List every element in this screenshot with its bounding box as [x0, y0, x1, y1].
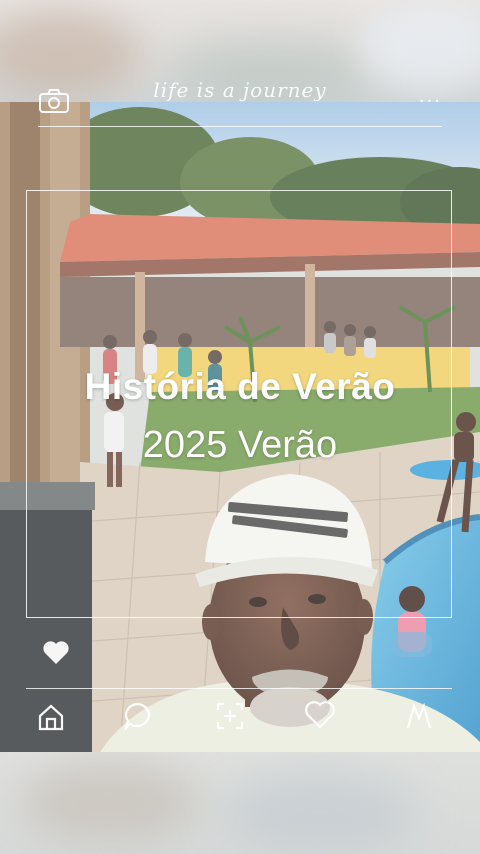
add-square-icon[interactable] [214, 700, 246, 732]
tagline: life is a journey [153, 78, 327, 102]
story-subtitle: 2025 Verão [142, 424, 338, 466]
profile-icon[interactable] [404, 700, 434, 730]
home-icon[interactable] [36, 702, 66, 732]
camera-icon[interactable] [38, 88, 70, 114]
story-title: História de Verão [84, 366, 396, 407]
more-options-icon[interactable]: ... [419, 86, 442, 107]
top-divider [38, 126, 442, 127]
bottom-divider [26, 688, 452, 689]
heart-icon[interactable] [42, 640, 70, 666]
heart-outline-icon[interactable] [304, 700, 336, 730]
blurred-background-bottom [0, 752, 480, 854]
chat-bubble-icon[interactable] [122, 700, 154, 732]
